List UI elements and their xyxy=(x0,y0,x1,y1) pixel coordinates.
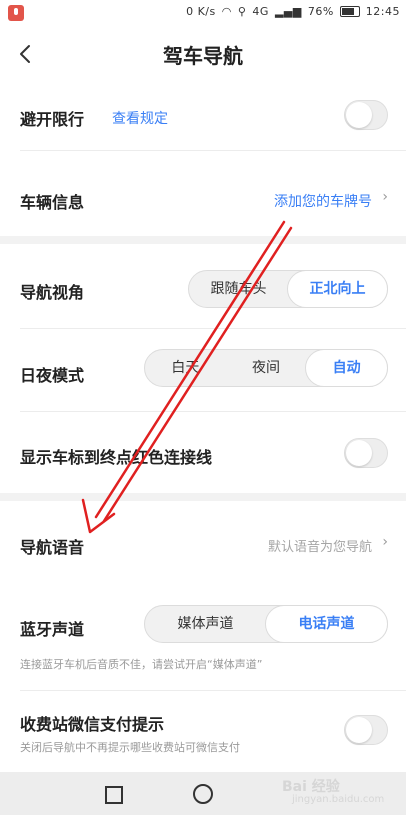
nav-view-segmented: 跟随车头 正北向上 xyxy=(188,270,388,308)
status-bar: 0 K/s ◠ ⚲ 4G ▂▄▆ 76% 12:45 xyxy=(0,0,406,26)
day-night-option-auto[interactable]: 自动 xyxy=(305,349,389,387)
bt-channel-hint: 连接蓝牙车机后音质不佳，请尝试开启“媒体声道” xyxy=(20,658,263,671)
toggle-knob xyxy=(346,717,372,743)
row-nav-view: 导航视角 跟随车头 正北向上 xyxy=(0,246,406,328)
show-line-toggle[interactable] xyxy=(344,438,388,468)
nav-voice-value: 默认语音为您导航 xyxy=(267,540,372,555)
row-toll-pay: 收费站微信支付提示 关闭后导航中不再提示哪些收费站可微信支付 xyxy=(0,691,406,772)
location-icon: ⚲ xyxy=(237,5,247,18)
notification-icon xyxy=(8,5,24,21)
toll-pay-toggle[interactable] xyxy=(344,715,388,745)
nav-view-option-follow[interactable]: 跟随车头 xyxy=(189,271,288,307)
bt-channel-segmented: 媒体声道 电话声道 xyxy=(144,605,388,643)
nav-view-option-north[interactable]: 正北向上 xyxy=(287,270,388,308)
avoid-limit-toggle[interactable] xyxy=(344,100,388,130)
recents-icon[interactable] xyxy=(105,786,123,804)
signal-icon: ▂▄▆ xyxy=(274,5,302,18)
toggle-knob xyxy=(346,440,372,466)
day-night-option-night[interactable]: 夜间 xyxy=(226,350,307,386)
row-vehicle-info[interactable]: 车辆信息 添加您的车牌号 › xyxy=(0,151,406,233)
add-plate-link[interactable]: 添加您的车牌号 xyxy=(274,191,372,211)
vehicle-info-label: 车辆信息 xyxy=(20,193,85,212)
battery-percent: 76% xyxy=(307,5,334,18)
bt-channel-option-phone[interactable]: 电话声道 xyxy=(265,605,388,643)
avoid-limit-label: 避开限行 xyxy=(20,110,85,129)
status-right: 0 K/s ◠ ⚲ 4G ▂▄▆ 76% 12:45 xyxy=(186,5,400,18)
network-speed: 0 K/s xyxy=(186,5,216,18)
show-line-label: 显示车标到终点红色连接线 xyxy=(20,448,213,467)
section-gap xyxy=(0,493,406,501)
home-icon[interactable] xyxy=(193,784,213,804)
day-night-option-day[interactable]: 白天 xyxy=(145,350,226,386)
row-day-night: 日夜模式 白天 夜间 自动 xyxy=(0,329,406,411)
day-night-segmented: 白天 夜间 自动 xyxy=(144,349,389,387)
chevron-right-icon: › xyxy=(382,189,388,205)
watermark-logo: Bai 经验 xyxy=(282,779,340,795)
nav-voice-label: 导航语音 xyxy=(20,538,85,557)
toll-pay-hint: 关闭后导航中不再提示哪些收费站可微信支付 xyxy=(20,741,240,754)
toll-pay-label: 收费站微信支付提示 xyxy=(20,715,165,734)
toggle-knob xyxy=(346,102,372,128)
row-avoid-limit: 避开限行 查看规定 xyxy=(0,86,406,150)
network-type: 4G xyxy=(252,5,269,18)
nav-view-label: 导航视角 xyxy=(20,283,85,302)
view-rules-link[interactable]: 查看规定 xyxy=(112,108,168,128)
row-bt-channel: 蓝牙声道 媒体声道 电话声道 连接蓝牙车机后音质不佳，请尝试开启“媒体声道” xyxy=(0,585,406,680)
clock: 12:45 xyxy=(365,5,400,18)
chevron-right-icon: › xyxy=(382,534,388,550)
watermark-url: jingyan.baidu.com xyxy=(292,794,385,805)
wifi-icon: ◠ xyxy=(221,5,232,18)
header: 驾车导航 xyxy=(0,26,406,86)
page-title: 驾车导航 xyxy=(163,44,243,68)
battery-icon xyxy=(339,6,360,17)
row-nav-voice[interactable]: 导航语音 默认语音为您导航 › xyxy=(0,502,406,584)
row-show-line: 显示车标到终点红色连接线 xyxy=(0,412,406,492)
bt-channel-option-media[interactable]: 媒体声道 xyxy=(145,606,266,642)
day-night-label: 日夜模式 xyxy=(20,366,85,385)
section-gap xyxy=(0,236,406,244)
bt-channel-label: 蓝牙声道 xyxy=(20,620,85,639)
